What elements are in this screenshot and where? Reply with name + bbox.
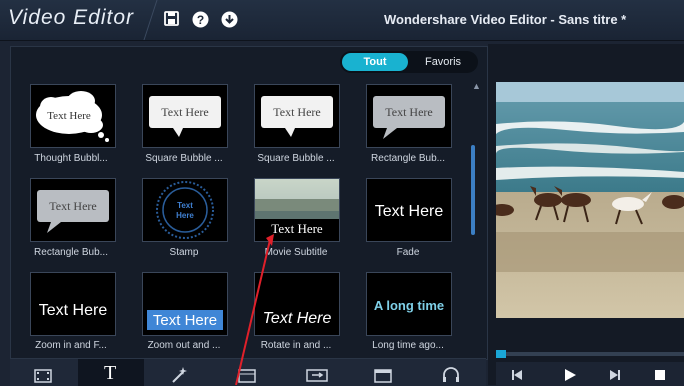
title-separator — [143, 0, 158, 40]
media-icon — [34, 369, 52, 383]
template-label: Stamp — [169, 247, 199, 258]
scroll-up-arrow-icon[interactable]: ▲ — [472, 81, 481, 91]
preview-video[interactable] — [496, 82, 684, 318]
template-label: Square Bubble ... — [257, 153, 335, 164]
step-back-icon[interactable] — [510, 368, 524, 382]
title-bar: Video Editor ? Wondershare Video Editor … — [0, 0, 684, 41]
thumb-rectangle-bubble[interactable]: Text Here — [366, 84, 452, 148]
timeline-playhead[interactable] — [496, 350, 506, 358]
thumb-long-time[interactable]: A long time — [366, 272, 452, 336]
step-forward-icon[interactable] — [608, 368, 622, 382]
text-tab[interactable]: T — [78, 359, 144, 386]
thumb-text: Text Here — [273, 105, 320, 119]
thumb-text: Text Here — [39, 302, 108, 319]
thumb-square-bubble[interactable]: Text Here — [142, 84, 228, 148]
thumb-text: Text Here — [49, 199, 96, 213]
scrollbar-thumb[interactable] — [471, 145, 475, 235]
preview-panel — [488, 44, 684, 385]
app-brand: Video Editor — [8, 6, 135, 29]
effects-icon — [172, 367, 187, 383]
thumb-text: Text Here — [375, 203, 444, 220]
audio-tab[interactable] — [418, 359, 484, 386]
thumb-stamp[interactable]: Text Here — [142, 178, 228, 242]
filter-toggle: Tout Favoris — [340, 51, 478, 73]
intro-credit-icon — [374, 369, 392, 383]
thumb-text: Text Here — [385, 105, 432, 119]
template-label: Thought Bubbl... — [34, 153, 108, 164]
thumb-rotate[interactable]: Text Here — [254, 272, 340, 336]
pip-icon — [306, 369, 328, 382]
text-library-panel: Tout Favoris Text Here Thought Bubbl... … — [10, 46, 488, 360]
playback-controls — [496, 362, 684, 385]
template-label: Rectangle Bub... — [371, 153, 445, 164]
thumb-text: Text Here — [263, 310, 332, 327]
intro-credit-tab[interactable] — [350, 359, 416, 386]
template-label: Square Bubble ... — [145, 153, 223, 164]
thumb-fade[interactable]: Text Here — [366, 178, 452, 242]
thumb-text: Text Here — [161, 105, 208, 119]
window-title: Wondershare Video Editor - Sans titre * — [384, 12, 627, 27]
template-label: Rectangle Bub... — [34, 247, 108, 258]
tool-tabs: T — [10, 358, 486, 386]
timeline-track[interactable] — [496, 350, 684, 358]
svg-text:Here: Here — [176, 211, 194, 220]
thumb-text: Text Here — [153, 312, 217, 329]
thumb-thought-bubble[interactable]: Text Here — [30, 84, 116, 148]
media-tab[interactable] — [10, 359, 76, 386]
thumb-text: A long time — [374, 298, 444, 313]
help-icon[interactable]: ? — [192, 11, 209, 28]
thumb-zoom-out[interactable]: Text Here — [142, 272, 228, 336]
template-label: Long time ago... — [372, 340, 444, 351]
svg-text:?: ? — [197, 13, 204, 27]
template-label: Zoom in and F... — [35, 340, 107, 351]
save-icon[interactable] — [164, 11, 181, 28]
stop-icon[interactable] — [654, 369, 666, 381]
template-label: Rotate in and ... — [260, 340, 332, 351]
text-icon: T — [104, 362, 117, 384]
transitions-icon — [238, 369, 256, 383]
filter-favorites-button[interactable]: Favoris — [410, 53, 476, 71]
svg-text:Text: Text — [177, 201, 193, 210]
audio-icon — [443, 367, 459, 382]
effects-tab[interactable] — [146, 359, 212, 386]
play-icon[interactable] — [562, 367, 578, 383]
template-label: Zoom out and ... — [147, 340, 221, 351]
thumb-text: Text Here — [271, 221, 323, 236]
thumb-zoom-in[interactable]: Text Here — [30, 272, 116, 336]
pip-tab[interactable] — [282, 359, 348, 386]
thumb-rectangle-bubble[interactable]: Text Here — [30, 178, 116, 242]
thumb-movie-subtitle[interactable]: Text Here — [254, 178, 340, 242]
template-label: Movie Subtitle — [264, 247, 328, 258]
transitions-tab[interactable] — [214, 359, 280, 386]
download-icon[interactable] — [221, 11, 238, 28]
template-label: Fade — [396, 247, 420, 258]
filter-all-button[interactable]: Tout — [342, 53, 408, 71]
thumb-square-bubble[interactable]: Text Here — [254, 84, 340, 148]
thumb-text: Text Here — [47, 110, 91, 122]
